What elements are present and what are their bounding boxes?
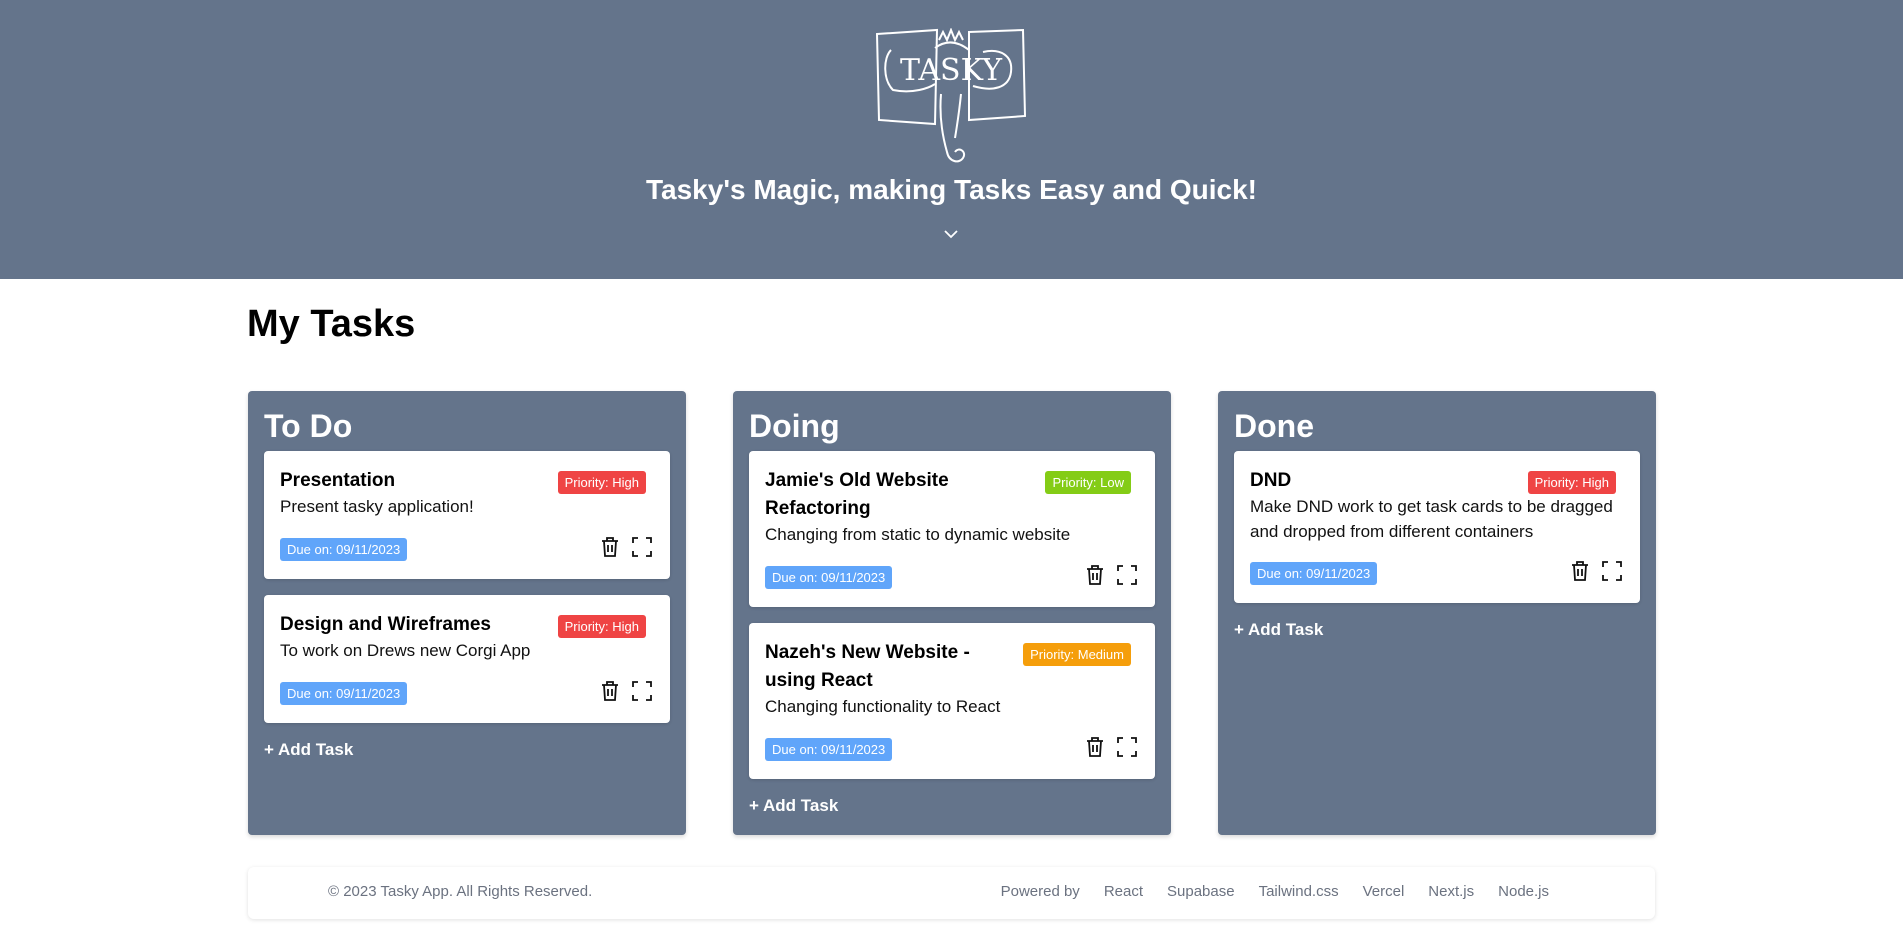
task-title: Nazeh's New Website - using React [765, 642, 970, 691]
tagline: Tasky's Magic, making Tasks Easy and Qui… [646, 174, 1257, 205]
task-description: Changing from static to dynamic website [765, 525, 1071, 544]
chevron-down-icon[interactable] [941, 224, 961, 244]
task-description: Present tasky application! [280, 497, 474, 516]
priority-badge: Priority: High [557, 471, 646, 494]
add-task-button[interactable]: + Add Task [749, 796, 838, 816]
trash-icon[interactable] [1083, 735, 1107, 759]
add-task-button[interactable]: + Add Task [264, 740, 353, 760]
column-done: Done DND Priority: High Make DND work to… [1218, 391, 1656, 835]
powered-by-label: Powered by [1000, 883, 1080, 900]
column-title: Doing [749, 408, 840, 444]
task-title: Presentation [280, 470, 396, 491]
copyright: © 2023 Tasky App. All Rights Reserved. [328, 883, 593, 900]
due-date-badge: Due on: 09/11/2023 [765, 566, 893, 589]
task-description: To work on Drews new Corgi App [280, 641, 531, 660]
priority-badge: Priority: High [557, 615, 646, 638]
footer-link-nodejs[interactable]: Node.js [1498, 883, 1549, 900]
due-date-badge: Due on: 09/11/2023 [765, 738, 893, 761]
task-card[interactable]: Nazeh's New Website - using React Priorit… [749, 623, 1155, 779]
trash-icon[interactable] [1568, 559, 1592, 583]
trash-icon[interactable] [598, 679, 622, 703]
footer: © 2023 Tasky App. All Rights Reserved. P… [248, 867, 1655, 919]
task-description: Changing functionality to React [765, 697, 1001, 716]
expand-icon[interactable] [630, 535, 654, 559]
task-title: Jamie's Old Website Refactoring [765, 470, 949, 519]
priority-badge: Priority: Low [1045, 471, 1131, 494]
svg-text:TASKY: TASKY [900, 53, 1003, 88]
expand-icon[interactable] [1115, 563, 1139, 587]
expand-icon[interactable] [630, 679, 654, 703]
footer-links: Powered by React Supabase Tailwind.css V… [1001, 883, 1549, 900]
add-task-button[interactable]: + Add Task [1234, 620, 1323, 640]
due-date-badge: Due on: 09/11/2023 [280, 682, 408, 705]
trash-icon[interactable] [1083, 563, 1107, 587]
due-date-badge: Due on: 09/11/2023 [280, 538, 408, 561]
footer-link-nextjs[interactable]: Next.js [1428, 883, 1474, 900]
footer-link-tailwind[interactable]: Tailwind.css [1259, 883, 1339, 900]
expand-icon[interactable] [1600, 559, 1624, 583]
footer-link-vercel[interactable]: Vercel [1363, 883, 1405, 900]
task-description: Make DND work to get task cards to be dr… [1250, 497, 1613, 541]
footer-link-react[interactable]: React [1104, 883, 1143, 900]
hero-header: TASKY Tasky's Magic, making Tasks Easy a… [0, 0, 1903, 279]
footer-link-supabase[interactable]: Supabase [1167, 883, 1235, 900]
task-title: DND [1250, 470, 1292, 491]
priority-badge: Priority: High [1527, 471, 1616, 494]
task-title: Design and Wireframes [280, 614, 492, 635]
column-title: To Do [264, 408, 353, 444]
trash-icon[interactable] [598, 535, 622, 559]
column-doing: Doing Jamie's Old Website Refactoring Pri… [733, 391, 1171, 835]
column-title: Done [1234, 408, 1314, 444]
task-card[interactable]: DND Priority: High Make DND work to get … [1234, 451, 1640, 603]
expand-icon[interactable] [1115, 735, 1139, 759]
tasky-logo: TASKY [875, 28, 1027, 163]
due-date-badge: Due on: 09/11/2023 [1250, 562, 1378, 585]
task-card[interactable]: Jamie's Old Website Refactoring Priority:… [749, 451, 1155, 607]
priority-badge: Priority: Medium [1023, 643, 1131, 666]
task-card[interactable]: Presentation Priority: High Present task… [264, 451, 670, 579]
column-todo: To Do Presentation Priority: High Presen… [248, 391, 686, 835]
task-card[interactable]: Design and Wireframes Priority: High To … [264, 595, 670, 723]
page-title: My Tasks [247, 303, 416, 345]
